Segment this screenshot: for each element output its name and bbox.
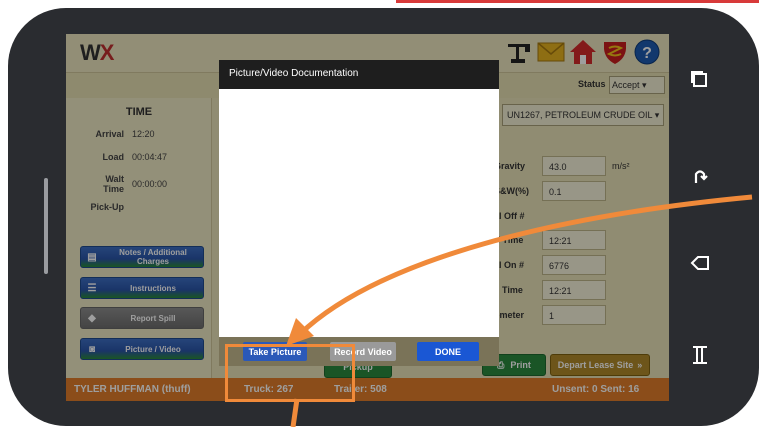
top-red-line [396,0,759,3]
back-icon[interactable] [678,248,722,278]
return-arrow-icon[interactable] [678,161,722,191]
dialog-preview-area [219,89,499,337]
menu-lines-icon[interactable] [678,340,722,370]
done-button[interactable]: DONE [417,342,479,361]
recent-apps-icon[interactable] [678,64,722,94]
app-screen: WX ? Status Accept ▾ TIME Arrival 12:20 L… [66,34,669,401]
annotation-highlight-box [225,344,355,402]
picture-video-dialog: Picture/Video Documentation Take Picture… [219,60,499,366]
dialog-title: Picture/Video Documentation [229,68,359,79]
phone-side-button [44,178,48,274]
